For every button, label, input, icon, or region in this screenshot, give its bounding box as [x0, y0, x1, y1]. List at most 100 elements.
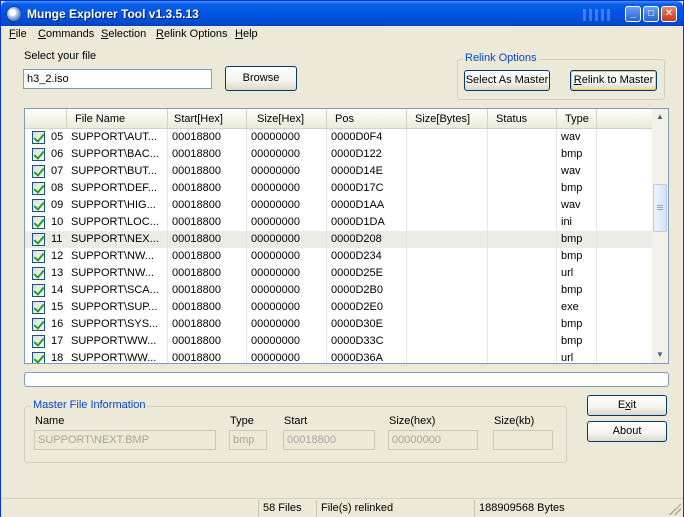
file-path-input[interactable]: h3_2.iso — [23, 69, 212, 89]
cell-pos: 0000D33C — [327, 333, 407, 350]
row-checkbox[interactable] — [32, 318, 45, 331]
cell-size: 00000000 — [247, 299, 327, 316]
table-row[interactable]: 05 SUPPORT\AUT... 00018800 00000000 0000D0F4… — [25, 129, 653, 146]
relink-to-master-button[interactable]: Relink to Master — [570, 70, 657, 91]
row-index: 07 — [51, 165, 64, 177]
cell-status — [488, 231, 557, 248]
column-header-size-bytes[interactable]: Size[Bytes] — [407, 109, 488, 129]
menu-bar: File Commands Selection Relink Options H… — [1, 26, 683, 44]
cell-size: 00000000 — [247, 316, 327, 333]
cell-start: 00018800 — [168, 197, 247, 214]
browse-button[interactable]: Browse — [225, 66, 297, 91]
cell-status — [488, 248, 557, 265]
window-title: Munge Explorer Tool v1.3.5.13 — [27, 7, 199, 21]
cell-name: SUPPORT\SUP... — [67, 299, 168, 316]
cell-type: bmp — [557, 180, 597, 197]
row-index: 17 — [51, 335, 64, 347]
row-checkbox[interactable] — [32, 301, 45, 314]
row-index: 11 — [51, 233, 63, 245]
table-row[interactable]: 16 SUPPORT\SYS... 00018800 00000000 0000D30E… — [25, 316, 653, 333]
app-disc-icon[interactable] — [6, 6, 22, 22]
column-header-size-hex[interactable]: Size[Hex] — [247, 109, 327, 129]
table-row[interactable]: 14 SUPPORT\SCA... 00018800 00000000 0000D2B0… — [25, 282, 653, 299]
scroll-down-arrow-icon[interactable]: ▼ — [652, 347, 668, 363]
title-decoration — [583, 9, 613, 21]
menu-help[interactable]: Help — [235, 28, 258, 40]
cell-pos: 0000D25E — [327, 265, 407, 282]
cell-start: 00018800 — [168, 282, 247, 299]
column-header-type[interactable]: Type — [557, 109, 597, 129]
row-checkbox[interactable] — [32, 233, 45, 246]
table-row[interactable]: 17 SUPPORT\WW... 00018800 00000000 0000D33C b… — [25, 333, 653, 350]
select-as-master-button[interactable]: Select As Master — [464, 70, 550, 91]
scroll-up-arrow-icon[interactable]: ▲ — [652, 109, 668, 125]
cell-size: 00000000 — [247, 214, 327, 231]
cell-name: SUPPORT\NEX... — [67, 231, 168, 248]
close-button[interactable]: ✕ — [661, 6, 677, 22]
exit-button[interactable]: Exit — [587, 395, 667, 416]
cell-type: bmp — [557, 316, 597, 333]
table-row[interactable]: 07 SUPPORT\BUT... 00018800 00000000 0000D14E… — [25, 163, 653, 180]
table-row[interactable]: 18 SUPPORT\WW... 00018800 00000000 0000D36A u… — [25, 350, 653, 363]
cell-bytes — [407, 350, 488, 363]
cell-size: 00000000 — [247, 231, 327, 248]
row-checkbox[interactable] — [32, 182, 45, 195]
cell-status — [488, 299, 557, 316]
table-row[interactable]: 15 SUPPORT\SUP... 00018800 00000000 0000D2E0… — [25, 299, 653, 316]
menu-commands[interactable]: Commands — [38, 28, 94, 40]
menu-file[interactable]: File — [9, 28, 27, 40]
select-file-label: Select your file — [24, 50, 97, 62]
row-checkbox[interactable] — [32, 165, 45, 178]
row-checkbox[interactable] — [32, 148, 45, 161]
cell-status — [488, 163, 557, 180]
row-checkbox[interactable] — [32, 284, 45, 297]
master-type-field: bmp — [229, 430, 267, 450]
cell-status — [488, 180, 557, 197]
cell-size: 00000000 — [247, 333, 327, 350]
column-header-file-name[interactable]: File Name — [67, 109, 168, 129]
table-row[interactable]: 09 SUPPORT\HIG... 00018800 00000000 0000D1AA… — [25, 197, 653, 214]
column-header-check[interactable] — [25, 109, 67, 129]
scroll-thumb[interactable] — [653, 184, 667, 232]
about-button[interactable]: About — [587, 421, 667, 442]
table-row[interactable]: 06 SUPPORT\BAC... 00018800 00000000 0000D122… — [25, 146, 653, 163]
row-index: 14 — [51, 284, 64, 296]
menu-relink-options[interactable]: Relink Options — [156, 28, 228, 40]
list-vertical-scrollbar[interactable]: ▲ ▼ — [652, 109, 668, 363]
row-index: 13 — [51, 267, 64, 279]
cell-pos: 0000D234 — [327, 248, 407, 265]
menu-selection[interactable]: Selection — [101, 28, 146, 40]
cell-size: 00000000 — [247, 180, 327, 197]
master-type-label: Type — [230, 415, 254, 427]
cell-size: 00000000 — [247, 197, 327, 214]
cell-type: bmp — [557, 333, 597, 350]
column-header-pos[interactable]: Pos — [327, 109, 407, 129]
cell-pos: 0000D2E0 — [327, 299, 407, 316]
row-checkbox[interactable] — [32, 216, 45, 229]
table-row[interactable]: 11 SUPPORT\NEX... 00018800 00000000 0000D208… — [25, 231, 653, 248]
cell-type: exe — [557, 299, 597, 316]
column-header-status[interactable]: Status — [488, 109, 557, 129]
row-checkbox[interactable] — [32, 250, 45, 263]
row-checkbox[interactable] — [32, 131, 45, 144]
row-checkbox[interactable] — [32, 352, 45, 363]
cell-bytes — [407, 265, 488, 282]
table-row[interactable]: 10 SUPPORT\LOC... 00018800 00000000 0000D1DA… — [25, 214, 653, 231]
resize-grip-icon[interactable] — [669, 503, 681, 515]
cell-size: 00000000 — [247, 350, 327, 363]
column-header-start-hex[interactable]: Start[Hex] — [168, 109, 247, 129]
file-list-view[interactable]: File Name Start[Hex] Size[Hex] Pos Size[… — [24, 108, 669, 364]
row-checkbox[interactable] — [32, 335, 45, 348]
maximize-button[interactable]: □ — [643, 6, 659, 22]
row-checkbox[interactable] — [32, 267, 45, 280]
cell-name: SUPPORT\HIG... — [67, 197, 168, 214]
table-row[interactable]: 12 SUPPORT\NW... 00018800 00000000 0000D234 b… — [25, 248, 653, 265]
table-row[interactable]: 08 SUPPORT\DEF... 00018800 00000000 0000D17C… — [25, 180, 653, 197]
minimize-button[interactable]: _ — [625, 6, 641, 22]
table-row[interactable]: 13 SUPPORT\NW... 00018800 00000000 0000D25E u… — [25, 265, 653, 282]
cell-start: 00018800 — [168, 299, 247, 316]
status-relinked: File(s) relinked — [317, 500, 475, 517]
row-checkbox[interactable] — [32, 199, 45, 212]
cell-type: bmp — [557, 231, 597, 248]
title-bar[interactable]: Munge Explorer Tool v1.3.5.13 _ □ ✕ — [1, 1, 683, 27]
